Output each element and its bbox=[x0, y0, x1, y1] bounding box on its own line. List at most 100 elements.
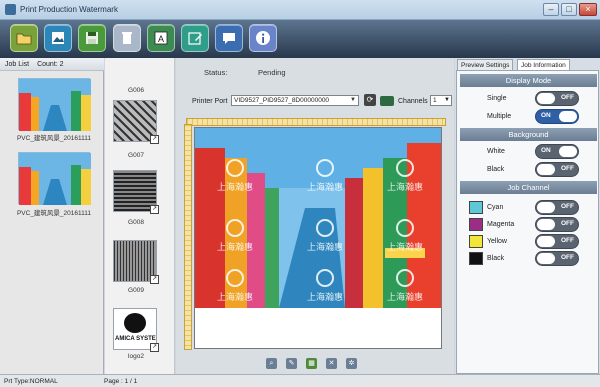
folder-open-icon bbox=[16, 33, 32, 45]
toggle-state: ON bbox=[541, 147, 551, 154]
canal-photo-thumbnail bbox=[19, 153, 91, 205]
open-folder-button[interactable] bbox=[10, 24, 38, 52]
text-frame-icon: A bbox=[154, 31, 168, 45]
toggle-knob bbox=[537, 93, 555, 104]
maximize-button[interactable]: □ bbox=[561, 3, 577, 16]
watermark-overlay-text: 上海瀚惠 bbox=[217, 181, 253, 192]
toggle-state: OFF bbox=[561, 94, 574, 101]
job-count: Count: 2 bbox=[37, 61, 64, 68]
pencil-icon bbox=[188, 32, 202, 45]
edit-button[interactable] bbox=[181, 24, 209, 52]
multiple-toggle[interactable]: ON bbox=[535, 109, 579, 124]
section-job-channel: Job Channel bbox=[460, 181, 597, 194]
watermark-overlay-text: 上海瀚惠 bbox=[217, 241, 253, 252]
status-value: Pending bbox=[258, 68, 286, 77]
white-toggle[interactable]: ON bbox=[535, 144, 579, 159]
message-button[interactable] bbox=[215, 24, 243, 52]
minimize-button[interactable]: – bbox=[543, 3, 559, 16]
toolbar: A bbox=[0, 20, 600, 58]
settings-panel: Preview Settings Job Information Display… bbox=[455, 58, 600, 374]
toggle-state: OFF bbox=[561, 203, 574, 210]
toggle-state: ON bbox=[541, 112, 551, 119]
watermark-overlay-text: 上海瀚惠 bbox=[387, 291, 423, 302]
panel-body: Display Mode Single OFF Multiple ON Back… bbox=[456, 70, 599, 374]
single-toggle[interactable]: OFF bbox=[535, 91, 579, 106]
watermark-overlay-text: 上海瀚惠 bbox=[307, 241, 343, 252]
black-bg-label: Black bbox=[487, 166, 505, 173]
yellow-label: Yellow bbox=[487, 238, 507, 245]
tab-preview-settings[interactable]: Preview Settings bbox=[457, 59, 514, 70]
channels-value: 1 bbox=[433, 97, 437, 104]
tab-job-information[interactable]: Job Information bbox=[517, 59, 570, 70]
job-caption: PVC_建筑风景_20161111 bbox=[16, 135, 92, 142]
watermark-caption: logo2 bbox=[128, 353, 144, 360]
brush-icon[interactable]: ✎ bbox=[286, 358, 297, 369]
print-preview-canvas[interactable]: 上海瀚惠 上海瀚惠 上海瀚惠 上海瀚惠 上海瀚惠 上海瀚惠 上海瀚惠 上海瀚惠 … bbox=[194, 127, 442, 349]
channels-select[interactable]: 1 ▼ bbox=[430, 95, 452, 106]
job-thumbnail[interactable] bbox=[18, 78, 91, 131]
toggle-knob bbox=[559, 146, 577, 157]
selected-tick-icon: ↗ bbox=[150, 275, 159, 284]
chat-bubble-icon bbox=[223, 33, 235, 44]
chevron-down-icon: ▼ bbox=[444, 97, 450, 103]
clear-icon[interactable]: ✕ bbox=[326, 358, 337, 369]
watermark-overlay-text: 上海瀚惠 bbox=[307, 291, 343, 302]
multiple-label: Multiple bbox=[487, 113, 512, 120]
magenta-toggle[interactable]: OFF bbox=[535, 217, 579, 232]
toggle-state: OFF bbox=[561, 165, 574, 172]
watermark-overlay-text: 上海瀚惠 bbox=[387, 181, 423, 192]
printer-port-select[interactable]: VID9527_PID9527_8D00000000 ▼ bbox=[231, 95, 359, 106]
white-label: White bbox=[487, 148, 505, 155]
printer-port-label: Printer Port bbox=[192, 98, 228, 105]
black-bg-toggle[interactable]: OFF bbox=[535, 162, 579, 177]
title-bar: Print Production Watermark – □ × bbox=[0, 0, 600, 20]
text-button[interactable]: A bbox=[147, 24, 175, 52]
refresh-port-icon[interactable]: ⟳ bbox=[364, 94, 376, 106]
printer-icon[interactable] bbox=[380, 96, 394, 106]
magenta-label: Magenta bbox=[487, 221, 515, 228]
cyan-toggle[interactable]: OFF bbox=[535, 200, 579, 215]
save-button[interactable] bbox=[78, 24, 106, 52]
chevron-down-icon: ▼ bbox=[350, 97, 356, 103]
selected-tick-icon: ↗ bbox=[150, 343, 159, 352]
magenta-swatch bbox=[469, 218, 483, 231]
import-image-button[interactable] bbox=[44, 24, 72, 52]
grid-icon[interactable]: ▦ bbox=[306, 358, 317, 369]
toggle-knob bbox=[537, 164, 555, 175]
printer-port-value: VID9527_PID9527_8D00000000 bbox=[234, 97, 330, 104]
toggle-knob bbox=[537, 236, 555, 247]
toggle-knob bbox=[537, 253, 555, 264]
watermark-list: G006 ↗ G007 ↗ G008 ↗ G009 AMICA SYSTE ↗ … bbox=[105, 58, 277, 374]
image-import-icon bbox=[52, 32, 64, 44]
info-button[interactable] bbox=[249, 24, 277, 52]
close-button[interactable]: × bbox=[579, 3, 597, 16]
window-title: Print Production Watermark bbox=[20, 5, 118, 14]
toggle-state: OFF bbox=[561, 254, 574, 261]
logo-mark-icon bbox=[124, 313, 146, 333]
settings-icon[interactable]: ✲ bbox=[346, 358, 357, 369]
job-list-panel: Job List Count: 2 PVC_建筑风景_20161111 PVC_… bbox=[0, 58, 104, 374]
svg-text:A: A bbox=[158, 34, 164, 44]
watermark-logo-item[interactable]: AMICA SYSTE ↗ bbox=[113, 308, 159, 352]
cyan-swatch bbox=[469, 201, 483, 214]
watermark-overlay-text: 上海瀚惠 bbox=[307, 181, 343, 192]
watermark-overlay-text: 上海瀚惠 bbox=[217, 291, 253, 302]
section-background: Background bbox=[460, 128, 597, 141]
cyan-label: Cyan bbox=[487, 204, 504, 211]
job-thumbnail[interactable] bbox=[18, 152, 91, 205]
zoom-icon[interactable]: ⌕ bbox=[266, 358, 277, 369]
watermark-item[interactable]: ↗ bbox=[113, 100, 159, 144]
canal-photo-thumbnail bbox=[19, 79, 91, 131]
toggle-knob bbox=[559, 111, 577, 122]
job-list-header: Job List Count: 2 bbox=[0, 58, 104, 71]
status-label: Status: bbox=[204, 68, 228, 77]
black-channel-toggle[interactable]: OFF bbox=[535, 251, 579, 266]
yellow-toggle[interactable]: OFF bbox=[535, 234, 579, 249]
delete-button[interactable] bbox=[113, 24, 141, 52]
watermark-item[interactable]: ↗ bbox=[113, 170, 159, 214]
toggle-state: OFF bbox=[561, 220, 574, 227]
section-display-mode: Display Mode bbox=[460, 74, 597, 87]
watermark-item[interactable]: ↗ bbox=[113, 240, 159, 284]
vertical-ruler bbox=[184, 124, 192, 350]
selected-tick-icon: ↗ bbox=[150, 205, 159, 214]
